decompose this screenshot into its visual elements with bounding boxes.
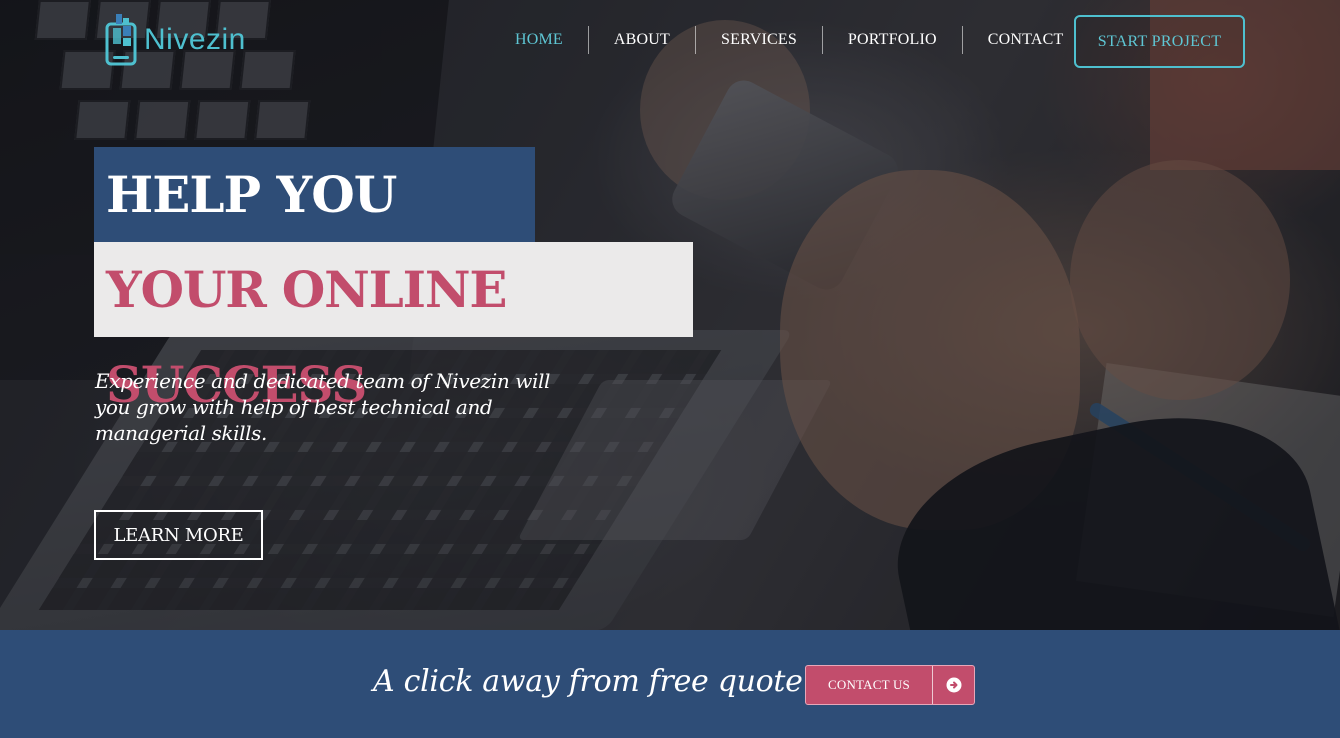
mobile-phone-icon xyxy=(104,14,140,66)
contact-us-button[interactable]: CONTACT US xyxy=(805,665,975,705)
nav-item-about[interactable]: ABOUT xyxy=(587,26,695,54)
nav-item-contact[interactable]: CONTACT xyxy=(961,26,1089,54)
contact-us-label: CONTACT US xyxy=(828,677,910,692)
nav-item-services[interactable]: SERVICES xyxy=(695,26,822,54)
hero-lead-text: Experience and dedicated team of Nivezin… xyxy=(95,369,550,445)
arrow-circle-right-icon xyxy=(933,677,974,693)
nav-item-portfolio[interactable]: PORTFOLIO xyxy=(821,26,962,54)
brand-name: Nivezin xyxy=(144,23,246,56)
learn-more-button[interactable]: LEARN MORE xyxy=(94,510,263,560)
nav-item-home[interactable]: HOME xyxy=(490,26,588,54)
hero-headline-line2: YOUR ONLINE SUCCESS xyxy=(94,242,693,414)
logo-link[interactable]: Nivezin xyxy=(104,14,246,66)
quote-band-text: A click away from free quote ! xyxy=(373,664,824,699)
start-project-button[interactable]: START PROJECT xyxy=(1074,15,1245,68)
hero-headline-line1: HELP YOU GROW xyxy=(94,147,535,319)
main-nav: HOME ABOUT SERVICES PORTFOLIO CONTACT xyxy=(490,26,1088,54)
